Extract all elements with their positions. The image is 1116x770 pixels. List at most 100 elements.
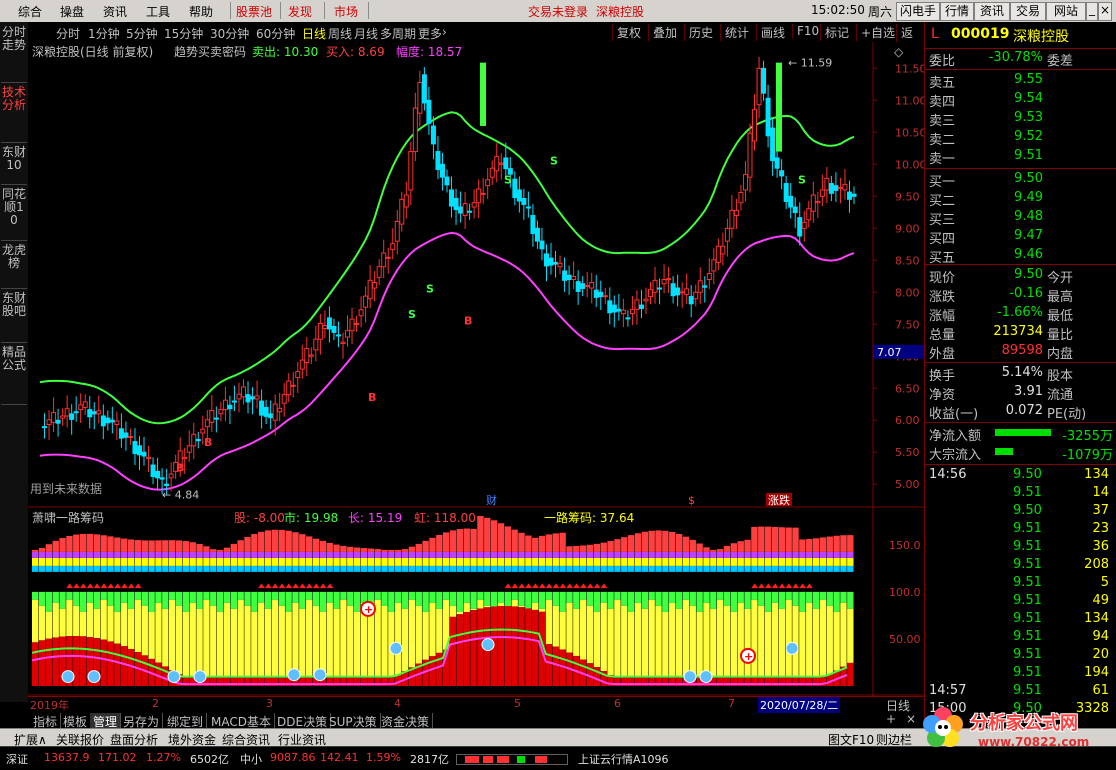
plus-sign: + bbox=[364, 603, 373, 616]
close-icon[interactable]: × bbox=[1098, 2, 1112, 21]
tool-button-0[interactable]: 复权 bbox=[612, 24, 641, 41]
tool-button-3[interactable]: 统计 bbox=[720, 24, 749, 41]
candle-body bbox=[598, 291, 604, 298]
menu-item-zixun[interactable]: 资讯 bbox=[103, 3, 127, 20]
tool-button-1[interactable]: 叠加 bbox=[648, 24, 677, 41]
chip-bar-red bbox=[511, 606, 518, 686]
period-tab-6[interactable]: 日线 bbox=[302, 25, 326, 42]
news-button[interactable]: 资讯 bbox=[974, 2, 1010, 21]
index2-name[interactable]: 中小 bbox=[240, 751, 262, 767]
candle-body bbox=[688, 296, 694, 305]
login-status[interactable]: 交易未登录 bbox=[528, 3, 588, 20]
period-tab-10[interactable]: 更多 bbox=[418, 25, 442, 42]
period-tab-4[interactable]: 30分钟 bbox=[210, 25, 249, 42]
left-tab-3[interactable]: 同花顺10 bbox=[1, 186, 27, 241]
quote-button[interactable]: 行情 bbox=[940, 2, 974, 21]
stack-bar-seg bbox=[436, 551, 443, 558]
chip-bar-green bbox=[703, 591, 710, 603]
candle-body bbox=[498, 162, 504, 165]
chip-bar-yellow bbox=[463, 602, 470, 612]
period-tab-0[interactable]: 分时 bbox=[56, 25, 80, 42]
remove-icon[interactable]: × bbox=[906, 712, 916, 726]
lightning-button[interactable]: 闪电手 bbox=[896, 2, 940, 21]
period-tab-8[interactable]: 月线 bbox=[354, 25, 378, 42]
chip-bar-yellow bbox=[764, 611, 772, 676]
period-tab-5[interactable]: 60分钟 bbox=[256, 25, 295, 42]
period-tab-2[interactable]: 5分钟 bbox=[126, 25, 158, 42]
stack-bar-seg bbox=[175, 540, 183, 552]
chip-bar-yellow bbox=[114, 611, 121, 644]
period-tab-9[interactable]: 多周期 bbox=[380, 25, 416, 42]
minimize-icon[interactable]: _ bbox=[1086, 2, 1098, 21]
stack-bar-seg bbox=[449, 557, 457, 566]
stack-bar-seg bbox=[833, 535, 840, 552]
stack-bar-seg bbox=[401, 557, 409, 566]
menu-item-discover[interactable]: 发现 bbox=[288, 3, 312, 20]
stack-bar-seg bbox=[497, 523, 505, 552]
period-tab-3[interactable]: 15分钟 bbox=[164, 25, 203, 42]
stack-bar-seg bbox=[785, 565, 792, 572]
stack-bar-seg bbox=[641, 565, 648, 572]
stack-bar-seg bbox=[806, 565, 813, 572]
trade-button[interactable]: 交易 bbox=[1010, 2, 1046, 21]
candle-body bbox=[186, 445, 192, 453]
stack-bar-seg bbox=[244, 557, 251, 566]
ticker-text[interactable]: 上证云行情A1096 bbox=[578, 751, 669, 767]
chip-bar-yellow bbox=[819, 599, 827, 676]
menu-item-market[interactable]: 市场 bbox=[334, 3, 358, 20]
bid-row-4: 买五 9.46 bbox=[925, 247, 1116, 266]
stack-bar-seg bbox=[641, 531, 648, 552]
chip-bar-yellow bbox=[141, 605, 148, 656]
chip-bar-yellow bbox=[408, 599, 416, 668]
candle-body bbox=[756, 67, 762, 106]
candle-body bbox=[331, 325, 337, 333]
website-button[interactable]: 网站 bbox=[1046, 2, 1086, 21]
chip-bar-green bbox=[764, 591, 772, 612]
left-tab-6[interactable]: 精品公式 bbox=[1, 344, 27, 405]
stack-bar-seg bbox=[607, 551, 614, 558]
candle-body bbox=[421, 74, 427, 104]
chip-bar-yellow bbox=[662, 611, 669, 676]
stat-label2-4: 内盘 bbox=[1047, 347, 1074, 362]
stack-bar-seg bbox=[189, 542, 196, 552]
stack-bar-seg bbox=[532, 557, 539, 566]
add-icon[interactable]: + bbox=[886, 712, 896, 726]
tool-button-7[interactable]: +自选 bbox=[856, 24, 895, 41]
left-tab-1[interactable]: 技术分析 bbox=[1, 84, 27, 143]
stack-bar-seg bbox=[251, 557, 258, 566]
menu-item-stockpool[interactable]: 股票池 bbox=[236, 3, 272, 20]
menu-item-caopan[interactable]: 操盘 bbox=[60, 3, 84, 20]
left-tab-2[interactable]: 东财10 bbox=[1, 144, 27, 185]
left-tab-4[interactable]: 龙虎榜 bbox=[1, 242, 27, 289]
tool-button-5[interactable]: F10 bbox=[792, 24, 819, 38]
period-tab-7[interactable]: 周线 bbox=[328, 25, 352, 42]
chip-bar-yellow bbox=[203, 599, 210, 676]
menu-item-gongju[interactable]: 工具 bbox=[146, 3, 170, 20]
bid-price-2: 9.48 bbox=[1014, 209, 1043, 224]
index1-name[interactable]: 深证 bbox=[6, 751, 28, 767]
period-more-arrow-icon[interactable]: › bbox=[442, 25, 447, 39]
plus-sign: + bbox=[744, 650, 753, 663]
left-tab-5[interactable]: 东财股吧 bbox=[1, 290, 27, 343]
stack-bar-seg bbox=[525, 557, 532, 566]
menu-item-bangzhu[interactable]: 帮助 bbox=[189, 3, 213, 20]
tick-row-1: 9.51 14 bbox=[925, 485, 1116, 503]
left-tab-0[interactable]: 分时走势 bbox=[1, 24, 27, 83]
x-axis-row: 2019年 2 3 4 5 6 7 2020/07/28/二 日线 bbox=[28, 696, 924, 713]
ind-long-label: 长: 15.19 bbox=[348, 511, 402, 525]
stack-bar-seg bbox=[826, 551, 833, 558]
tool-button-6[interactable]: 标记 bbox=[820, 24, 849, 41]
candle-body bbox=[702, 285, 708, 288]
candle-body bbox=[833, 185, 839, 191]
chip-bar-yellow bbox=[717, 599, 724, 676]
indicator-chart[interactable]: 萧啸一路筹码 股: -8.00 市: 19.98 长: 15.19 虹: 118.00 一… bbox=[28, 508, 924, 696]
chip-bar-green bbox=[470, 591, 477, 609]
stack-bar-seg bbox=[710, 557, 717, 566]
ind-name: 萧啸一路筹码 bbox=[32, 510, 104, 525]
menu-item-zonghe[interactable]: 综合 bbox=[18, 3, 42, 20]
candle-body bbox=[697, 280, 703, 293]
period-tab-1[interactable]: 1分钟 bbox=[88, 25, 120, 42]
tool-button-4[interactable]: 画线 bbox=[756, 24, 785, 41]
tool-button-2[interactable]: 历史 bbox=[684, 24, 713, 41]
main-kline-chart[interactable]: 11.50 11.00 10.50 10.00 9.50 9.00 8.50 8.00 7.50… bbox=[28, 42, 924, 508]
